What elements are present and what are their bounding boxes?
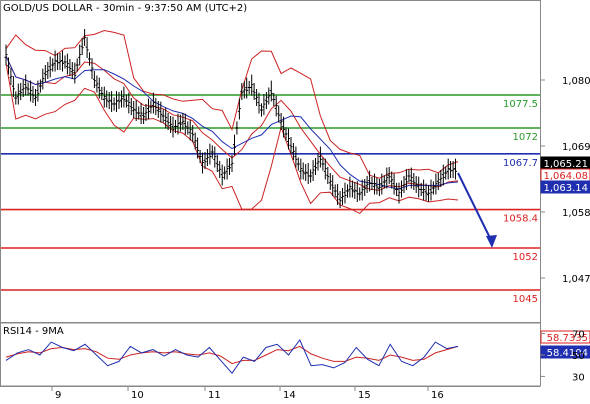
price-tag-label: 1,063.14 <box>543 183 588 194</box>
x-tick-label: 16 <box>431 390 444 400</box>
rsi-y-tick-label: 30 <box>572 372 585 383</box>
level-label: 1072 <box>513 132 538 143</box>
y-tick-label: 1,069 <box>562 142 590 153</box>
x-tick-label: 11 <box>208 390 221 400</box>
chart-title: GOLD/US DOLLAR - 30min - 9:37:50 AM (UTC… <box>3 3 247 14</box>
rsi-y-tick-label: 50 <box>572 351 585 362</box>
main-panel-frame <box>0 0 541 323</box>
rsi-title: RSI14 - 9MA <box>3 326 64 337</box>
chart-svg: 1077.510721067.71058.4105210451,065.211,… <box>0 0 590 401</box>
rsi-y-tick-label: 70 <box>572 330 585 341</box>
x-tick-label: 9 <box>55 390 61 400</box>
x-tick-label: 14 <box>283 390 296 400</box>
level-label: 1067.7 <box>503 158 538 169</box>
level-label: 1052 <box>513 252 538 263</box>
y-tick-label: 1,058 <box>562 208 590 219</box>
y-tick-label: 1,047 <box>562 274 590 285</box>
level-label: 1077.5 <box>503 99 538 110</box>
x-tick-label: 10 <box>131 390 144 400</box>
y-tick-label: 1,080 <box>562 76 590 87</box>
level-label: 1045 <box>513 294 538 305</box>
rsi-panel-frame <box>0 322 541 387</box>
level-label: 1058.4 <box>503 214 538 225</box>
price-tag-label: 1,064.08 <box>543 171 588 182</box>
x-tick-label: 15 <box>358 390 371 400</box>
price-tag-label: 1,065.21 <box>543 159 588 170</box>
chart-area: 1077.5 1072 1067.7 1058.4 1052 1045 1,065.21 1,… <box>0 0 590 401</box>
